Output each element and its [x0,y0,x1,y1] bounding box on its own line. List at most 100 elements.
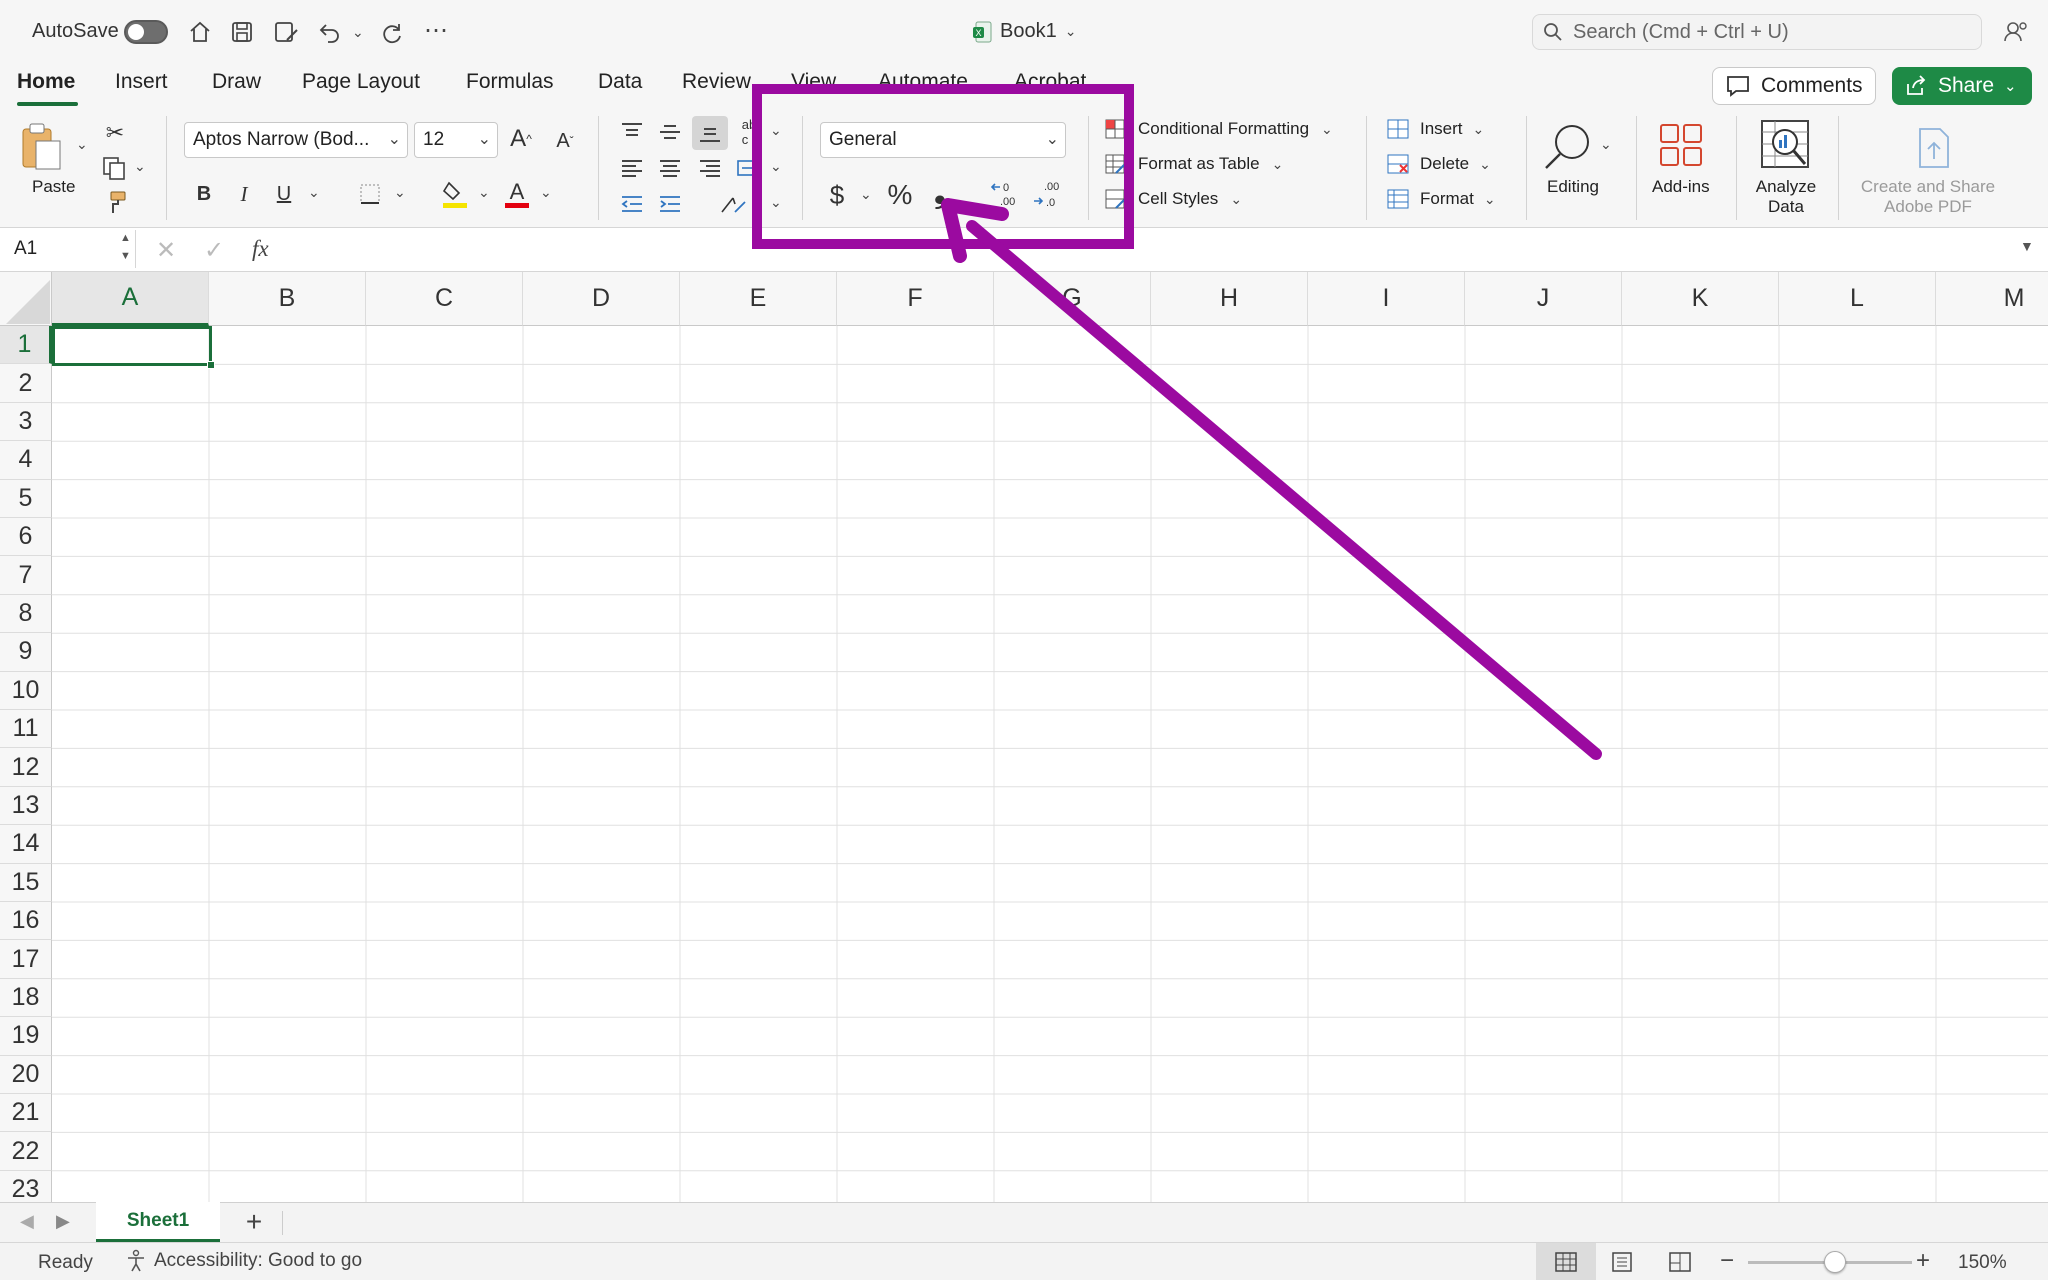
column-header-a[interactable]: A [52,272,209,326]
tab-page-layout[interactable]: Page Layout [302,70,420,94]
share-button[interactable]: Share ⌄ [1892,67,2032,105]
column-header-l[interactable]: L [1779,272,1936,326]
increase-decimal-icon[interactable]: 0.00 [990,178,1022,210]
merge-chevron-icon[interactable]: ⌄ [770,158,782,175]
accessibility-status[interactable]: Accessibility: Good to go [124,1249,362,1273]
row-header-14[interactable]: 14 [0,825,52,864]
borders-icon[interactable] [356,180,384,208]
row-header-3[interactable]: 3 [0,402,52,442]
increase-indent-icon[interactable] [656,190,684,218]
tab-review[interactable]: Review [682,70,751,94]
format-cells-button[interactable]: Format ⌄ [1386,188,1496,210]
copy-icon[interactable] [100,154,128,182]
paste-icon[interactable] [20,120,64,174]
format-painter-icon[interactable] [100,188,128,216]
font-color-chevron-icon[interactable]: ⌄ [540,184,552,201]
row-header-2[interactable]: 2 [0,364,52,403]
home-icon[interactable] [186,18,214,46]
tab-data[interactable]: Data [598,70,642,94]
align-right-icon[interactable] [696,154,724,182]
expand-formula-bar-icon[interactable]: ▼ [2020,238,2034,254]
tab-automate[interactable]: Automate [878,70,968,94]
align-middle-icon[interactable] [656,118,684,146]
zoom-in-button[interactable]: + [1916,1247,1930,1275]
create-share-pdf-label-2[interactable]: Adobe PDF [1858,197,1998,217]
analyze-data-icon[interactable] [1758,118,1814,172]
row-header-13[interactable]: 13 [0,786,52,826]
save-as-icon[interactable] [272,18,300,46]
font-name-dropdown[interactable]: Aptos Narrow (Bod... ⌄ [184,122,408,158]
create-share-pdf-icon[interactable] [1912,124,1956,172]
add-ins-label[interactable]: Add-ins [1652,177,1710,197]
row-header-4[interactable]: 4 [0,441,52,480]
underline-button[interactable]: U [270,180,298,208]
insert-cells-button[interactable]: Insert ⌄ [1386,118,1484,140]
zoom-out-button[interactable]: − [1720,1247,1734,1275]
paste-dropdown-chevron-icon[interactable]: ⌄ [76,136,88,153]
tab-formulas[interactable]: Formulas [466,70,554,94]
borders-chevron-icon[interactable]: ⌄ [394,184,406,201]
format-as-table-button[interactable]: Format as Table ⌄ [1104,153,1283,175]
increase-font-size-icon[interactable]: A ^ [506,124,536,154]
row-header-8[interactable]: 8 [0,594,52,634]
column-header-d[interactable]: D [523,272,680,326]
decrease-decimal-icon[interactable]: .00.0 [1032,178,1064,210]
select-all-corner[interactable] [0,272,52,326]
row-header-10[interactable]: 10 [0,671,52,710]
copy-dropdown-chevron-icon[interactable]: ⌄ [134,158,146,175]
percent-style-button[interactable]: % [882,178,918,212]
redo-icon[interactable] [378,18,406,46]
column-header-g[interactable]: G [994,272,1151,326]
add-ins-icon[interactable] [1656,120,1706,170]
create-share-pdf-label-1[interactable]: Create and Share [1858,177,1998,197]
conditional-formatting-button[interactable]: Conditional Formatting ⌄ [1104,118,1333,140]
cancel-entry-icon[interactable]: ✕ [156,236,176,265]
font-color-icon[interactable]: A [502,178,532,210]
document-title[interactable]: X Book1 ⌄ [972,20,1076,43]
row-header-9[interactable]: 9 [0,633,52,672]
number-format-dropdown[interactable]: General ⌄ [820,122,1066,158]
decrease-font-size-icon[interactable]: Aˇ [550,126,580,156]
spreadsheet-grid[interactable]: ABCDEFGHIJKLM 1 2 3 4 5 6 7 8 9 10 11 12 13 14 15 16 17 1… [0,272,2048,1202]
row-header-19[interactable]: 19 [0,1017,52,1056]
search-box[interactable] [1532,14,1982,50]
zoom-slider-thumb[interactable] [1824,1251,1846,1273]
fill-color-chevron-icon[interactable]: ⌄ [478,184,490,201]
scroll-sheets-left-icon[interactable]: ◀ [20,1211,34,1232]
row-header-1[interactable]: 1 [0,326,52,365]
name-box[interactable]: A1 [0,230,136,268]
merge-center-icon[interactable] [734,154,762,182]
save-icon[interactable] [228,18,256,46]
scroll-sheets-right-icon[interactable]: ▶ [56,1211,70,1232]
fill-color-icon[interactable] [440,178,470,210]
more-options-icon[interactable]: ⋯ [422,16,450,44]
row-header-12[interactable]: 12 [0,748,52,787]
row-header-11[interactable]: 11 [0,710,52,749]
zoom-level[interactable]: 150% [1958,1252,2007,1274]
editing-label[interactable]: Editing [1547,177,1599,197]
tab-acrobat[interactable]: Acrobat [1014,70,1086,94]
row-header-18[interactable]: 18 [0,978,52,1018]
row-header-17[interactable]: 17 [0,940,52,979]
align-bottom-icon[interactable] [692,116,728,150]
cell-area[interactable] [52,326,2048,1202]
tab-insert[interactable]: Insert [115,70,168,94]
add-sheet-button[interactable]: + [236,1205,272,1239]
bold-button[interactable]: B [190,180,218,208]
comments-button[interactable]: Comments [1712,67,1876,105]
wrap-text-icon[interactable]: ab c [736,117,762,147]
editing-chevron-icon[interactable]: ⌄ [1600,136,1612,153]
orientation-icon[interactable] [718,190,748,218]
currency-format-button[interactable]: $ [822,178,852,212]
column-header-m[interactable]: M [1936,272,2048,326]
formula-input[interactable] [292,232,2012,266]
search-input[interactable] [1573,20,1953,44]
coauthor-icon[interactable] [2002,18,2030,46]
page-layout-view-button[interactable] [1610,1251,1634,1278]
fill-handle[interactable] [207,361,215,369]
column-header-c[interactable]: C [366,272,523,326]
insert-function-button[interactable]: fx [252,236,269,262]
undo-icon[interactable] [316,18,344,46]
row-header-5[interactable]: 5 [0,479,52,518]
tab-view[interactable]: View [791,70,836,94]
